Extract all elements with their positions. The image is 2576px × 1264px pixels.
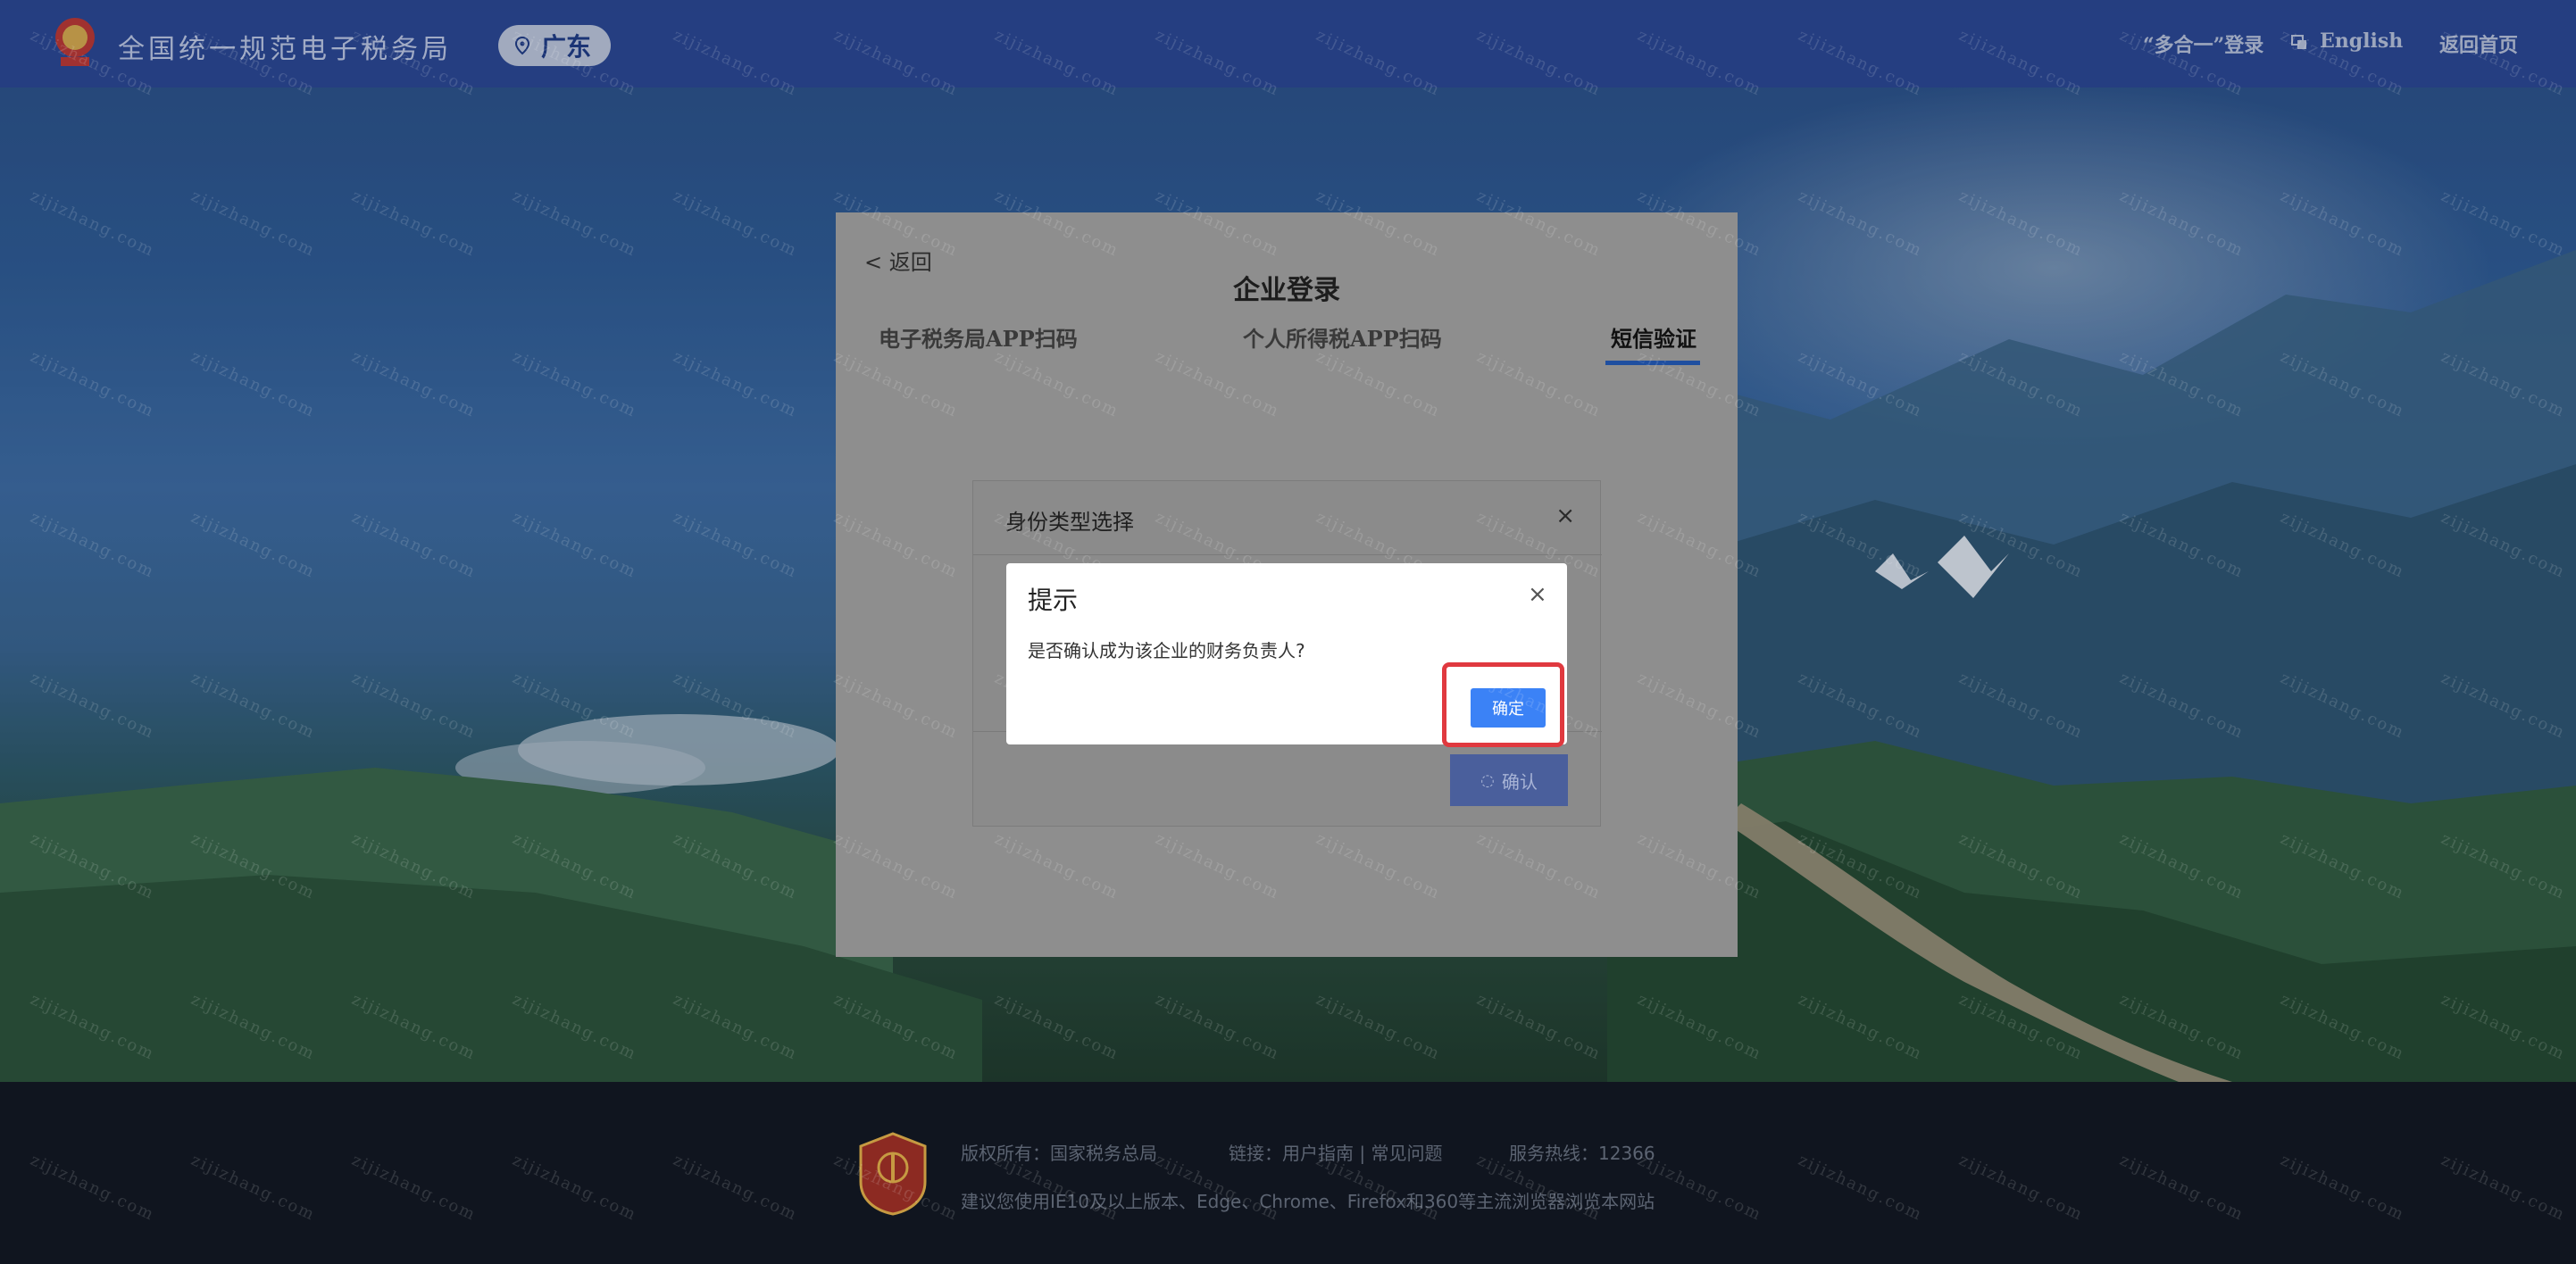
footer-links[interactable]: 链接：用户指南 | 常见问题	[1229, 1139, 1442, 1165]
prompt-title: 提示	[1028, 586, 1079, 615]
prompt-close-icon[interactable]: ×	[1528, 581, 1547, 608]
prompt-message: 是否确认成为该企业的财务负责人?	[1028, 640, 1305, 661]
divider	[973, 554, 1602, 555]
footer-browser-tip: 建议您使用IE10及以上版本、Edge、Chrome、Firefox和360等主…	[961, 1191, 1655, 1212]
footer-copyright: 版权所有：国家税务总局	[961, 1143, 1157, 1164]
footer-hotline: 服务热线：12366	[1509, 1143, 1655, 1164]
tab-tax-app-scan[interactable]: 电子税务局APP扫码	[879, 321, 1078, 353]
identity-confirm-button[interactable]: ◌ 确认	[1450, 754, 1568, 806]
tab-sms-verify[interactable]: 短信验证	[1611, 321, 1696, 353]
panel-title: 企业登录	[1233, 275, 1340, 306]
ok-button-highlight	[1442, 662, 1564, 747]
tab-iit-app-scan[interactable]: 个人所得税APP扫码	[1243, 321, 1442, 353]
identity-confirm-label: 确认	[1501, 770, 1538, 793]
identity-dialog-title: 身份类型选择	[1005, 510, 1134, 535]
page-footer: 版权所有：国家税务总局 链接：用户指南 | 常见问题 服务热线：12366 建议…	[0, 1082, 2576, 1264]
customs-badge-icon	[859, 1132, 927, 1216]
active-tab-indicator	[1605, 361, 1700, 365]
loading-spinner-icon: ◌	[1480, 770, 1495, 790]
identity-dialog-close-icon[interactable]: ×	[1555, 503, 1575, 529]
